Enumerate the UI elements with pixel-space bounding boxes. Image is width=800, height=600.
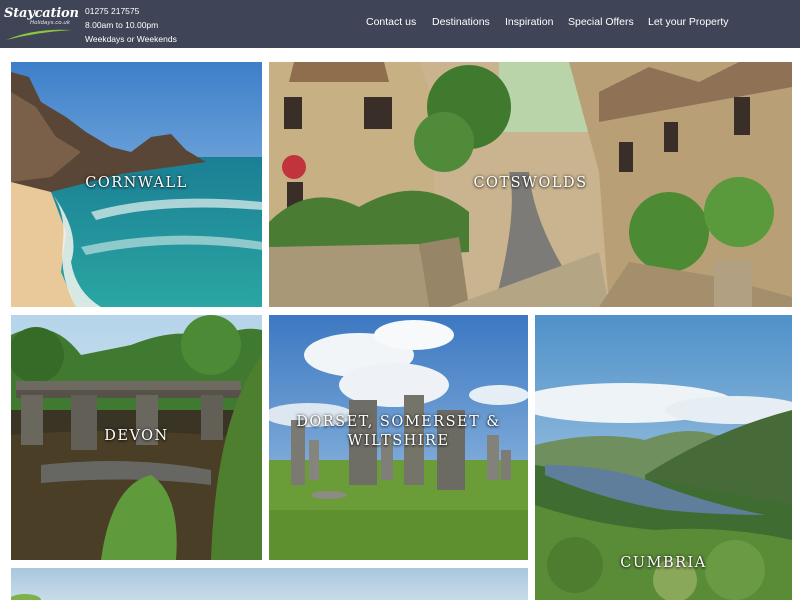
destination-label-cumbria: CUMBRIA [620, 555, 707, 571]
logo-text: Staycation [4, 6, 79, 21]
destination-label-devon: DEVON [104, 428, 169, 444]
destination-tile-cumbria[interactable]: CUMBRIA [535, 315, 792, 600]
partial-destination-image [11, 568, 528, 600]
destination-tile-partial[interactable] [11, 568, 528, 600]
destination-tile-devon[interactable]: DEVON [11, 315, 262, 560]
site-header: Staycation Holidays.co.uk 01275 217575 8… [0, 0, 800, 48]
nav-special-offers[interactable]: Special Offers [568, 16, 634, 28]
destination-label-dorset-somerset-wiltshire: DORSET, SOMERSET & WILTSHIRE [296, 414, 501, 449]
nav-contact-us[interactable]: Contact us [366, 16, 416, 28]
logo-swoosh-icon [6, 29, 72, 40]
nav-inspiration[interactable]: Inspiration [505, 16, 553, 28]
destination-tile-cotswolds[interactable]: COTSWOLDS [269, 62, 792, 307]
destination-tile-cornwall[interactable]: CORNWALL [11, 62, 262, 307]
opening-days: Weekdays or Weekends [85, 34, 177, 44]
contact-info: 01275 217575 8.00am to 10.00pm Weekdays … [85, 4, 177, 46]
opening-hours: 8.00am to 10.00pm [85, 20, 159, 30]
destination-tile-dorset-somerset-wiltshire[interactable]: DORSET, SOMERSET & WILTSHIRE [269, 315, 528, 560]
staycation-logo[interactable]: Staycation Holidays.co.uk [4, 4, 79, 42]
destination-label-cornwall: CORNWALL [85, 175, 188, 191]
nav-destinations[interactable]: Destinations [432, 16, 490, 28]
nav-let-your-property[interactable]: Let your Property [648, 16, 729, 28]
destination-label-cotswolds: COTSWOLDS [473, 175, 588, 191]
phone-number[interactable]: 01275 217575 [85, 4, 177, 18]
